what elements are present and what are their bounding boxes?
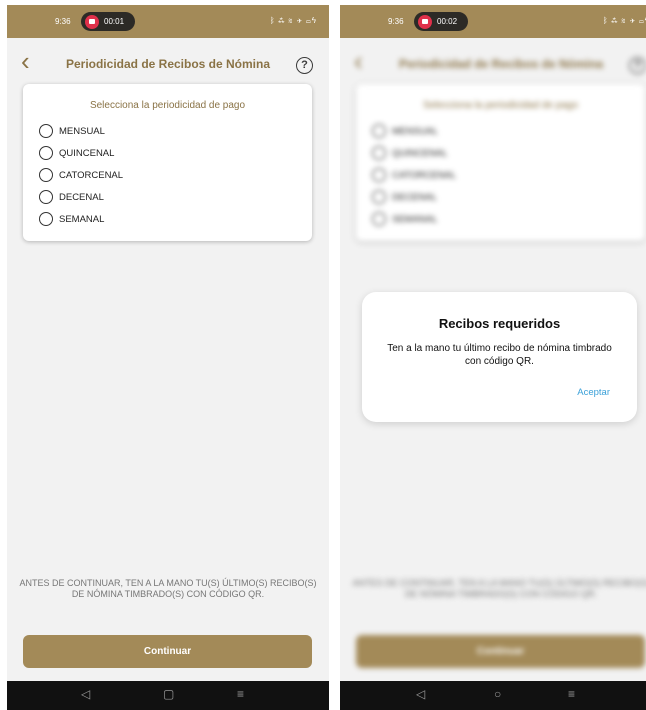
- option-mensual: MENSUAL: [372, 124, 438, 138]
- nav-back-icon[interactable]: ◁: [416, 687, 425, 701]
- record-icon: [418, 14, 432, 29]
- option-mensual[interactable]: MENSUAL: [39, 124, 105, 138]
- reminder-note: ANTES DE CONTINUAR, TEN A LA MANO TU(S) …: [19, 578, 317, 599]
- help-icon: ?: [629, 57, 646, 74]
- option-catorcenal: CATORCENAL: [372, 168, 456, 182]
- radio-icon: [372, 146, 386, 160]
- option-label: QUINCENAL: [392, 147, 448, 159]
- option-semanal[interactable]: SEMANAL: [39, 212, 104, 226]
- option-quincenal: QUINCENAL: [372, 146, 447, 160]
- option-label: CATORCENAL: [392, 169, 457, 181]
- option-label: DECENAL: [59, 191, 104, 203]
- header: ‹ Periodicidad de Recibos de Nómina ?: [7, 38, 329, 86]
- radio-icon: [372, 212, 386, 226]
- radio-icon: [372, 124, 386, 138]
- reminder-note: ANTES DE CONTINUAR, TEN A LA MANO TU(S) …: [352, 578, 646, 599]
- radio-icon: [372, 168, 386, 182]
- option-decenal[interactable]: DECENAL: [39, 190, 104, 204]
- option-label: MENSUAL: [59, 125, 105, 137]
- radio-icon[interactable]: [39, 124, 53, 138]
- continue-button: Continuar: [356, 635, 645, 668]
- option-label: SEMANAL: [59, 213, 105, 225]
- screen-right: 9:36 00:02 ᛒ ⁂ ≋ ✈ ▭ϟ ‹ Periodicidad de …: [340, 5, 646, 710]
- radio-icon: [372, 190, 386, 204]
- system-nav-bar: ◁ ▢ ≡: [7, 681, 329, 710]
- option-label: MENSUAL: [392, 125, 438, 137]
- card-title: Selecciona la periodicidad de pago: [422, 100, 579, 111]
- page-title: Periodicidad de Recibos de Nómina: [65, 57, 271, 71]
- accept-button[interactable]: Aceptar: [577, 387, 610, 398]
- radio-icon[interactable]: [39, 168, 53, 182]
- dialog-title: Recibos requeridos: [438, 316, 561, 331]
- header: ‹ Periodicidad de Recibos de Nómina ?: [340, 38, 646, 86]
- screen-record-indicator[interactable]: 00:01: [81, 12, 135, 31]
- option-semanal: SEMANAL: [372, 212, 437, 226]
- screen-left: 9:36 00:01 ᛒ ⁂ ≋ ✈ ▭ϟ ‹ Periodicidad de …: [7, 5, 329, 710]
- status-bar: 9:36 00:02 ᛒ ⁂ ≋ ✈ ▭ϟ: [340, 5, 646, 38]
- record-time: 00:02: [437, 17, 458, 26]
- option-label: CATORCENAL: [59, 169, 124, 181]
- page-title: Periodicidad de Recibos de Nómina: [398, 57, 604, 71]
- radio-icon[interactable]: [39, 212, 53, 226]
- system-nav-bar: ◁ ○ ≡: [340, 681, 646, 710]
- dialog-message: Ten a la mano tu último recibo de nómina…: [387, 343, 612, 367]
- radio-icon[interactable]: [39, 190, 53, 204]
- status-time: 9:36: [388, 17, 404, 26]
- option-catorcenal[interactable]: CATORCENAL: [39, 168, 123, 182]
- nav-home-icon[interactable]: ▢: [163, 687, 174, 701]
- radio-icon[interactable]: [39, 146, 53, 160]
- option-quincenal[interactable]: QUINCENAL: [39, 146, 114, 160]
- continue-button[interactable]: Continuar: [23, 635, 312, 668]
- record-time: 00:01: [104, 17, 125, 26]
- option-label: SEMANAL: [392, 213, 438, 225]
- periodicity-card: Selecciona la periodicidad de pago MENSU…: [356, 84, 645, 241]
- periodicity-card: Selecciona la periodicidad de pago MENSU…: [23, 84, 312, 241]
- nav-home-icon[interactable]: ○: [494, 687, 501, 701]
- status-icons: ᛒ ⁂ ≋ ✈ ▭ϟ: [602, 16, 646, 25]
- status-time: 9:36: [55, 17, 71, 26]
- screen-record-indicator[interactable]: 00:02: [414, 12, 468, 31]
- help-icon[interactable]: ?: [296, 57, 313, 74]
- nav-menu-icon[interactable]: ≡: [237, 687, 244, 701]
- option-label: DECENAL: [392, 191, 437, 203]
- nav-back-icon[interactable]: ◁: [81, 687, 90, 701]
- status-bar: 9:36 00:01 ᛒ ⁂ ≋ ✈ ▭ϟ: [7, 5, 329, 38]
- record-icon: [85, 14, 99, 29]
- option-decenal: DECENAL: [372, 190, 437, 204]
- status-icons: ᛒ ⁂ ≋ ✈ ▭ϟ: [269, 16, 317, 25]
- required-receipts-dialog: Recibos requeridos Ten a la mano tu últi…: [362, 292, 637, 422]
- card-title: Selecciona la periodicidad de pago: [89, 100, 246, 111]
- option-label: QUINCENAL: [59, 147, 115, 159]
- nav-menu-icon[interactable]: ≡: [568, 687, 575, 701]
